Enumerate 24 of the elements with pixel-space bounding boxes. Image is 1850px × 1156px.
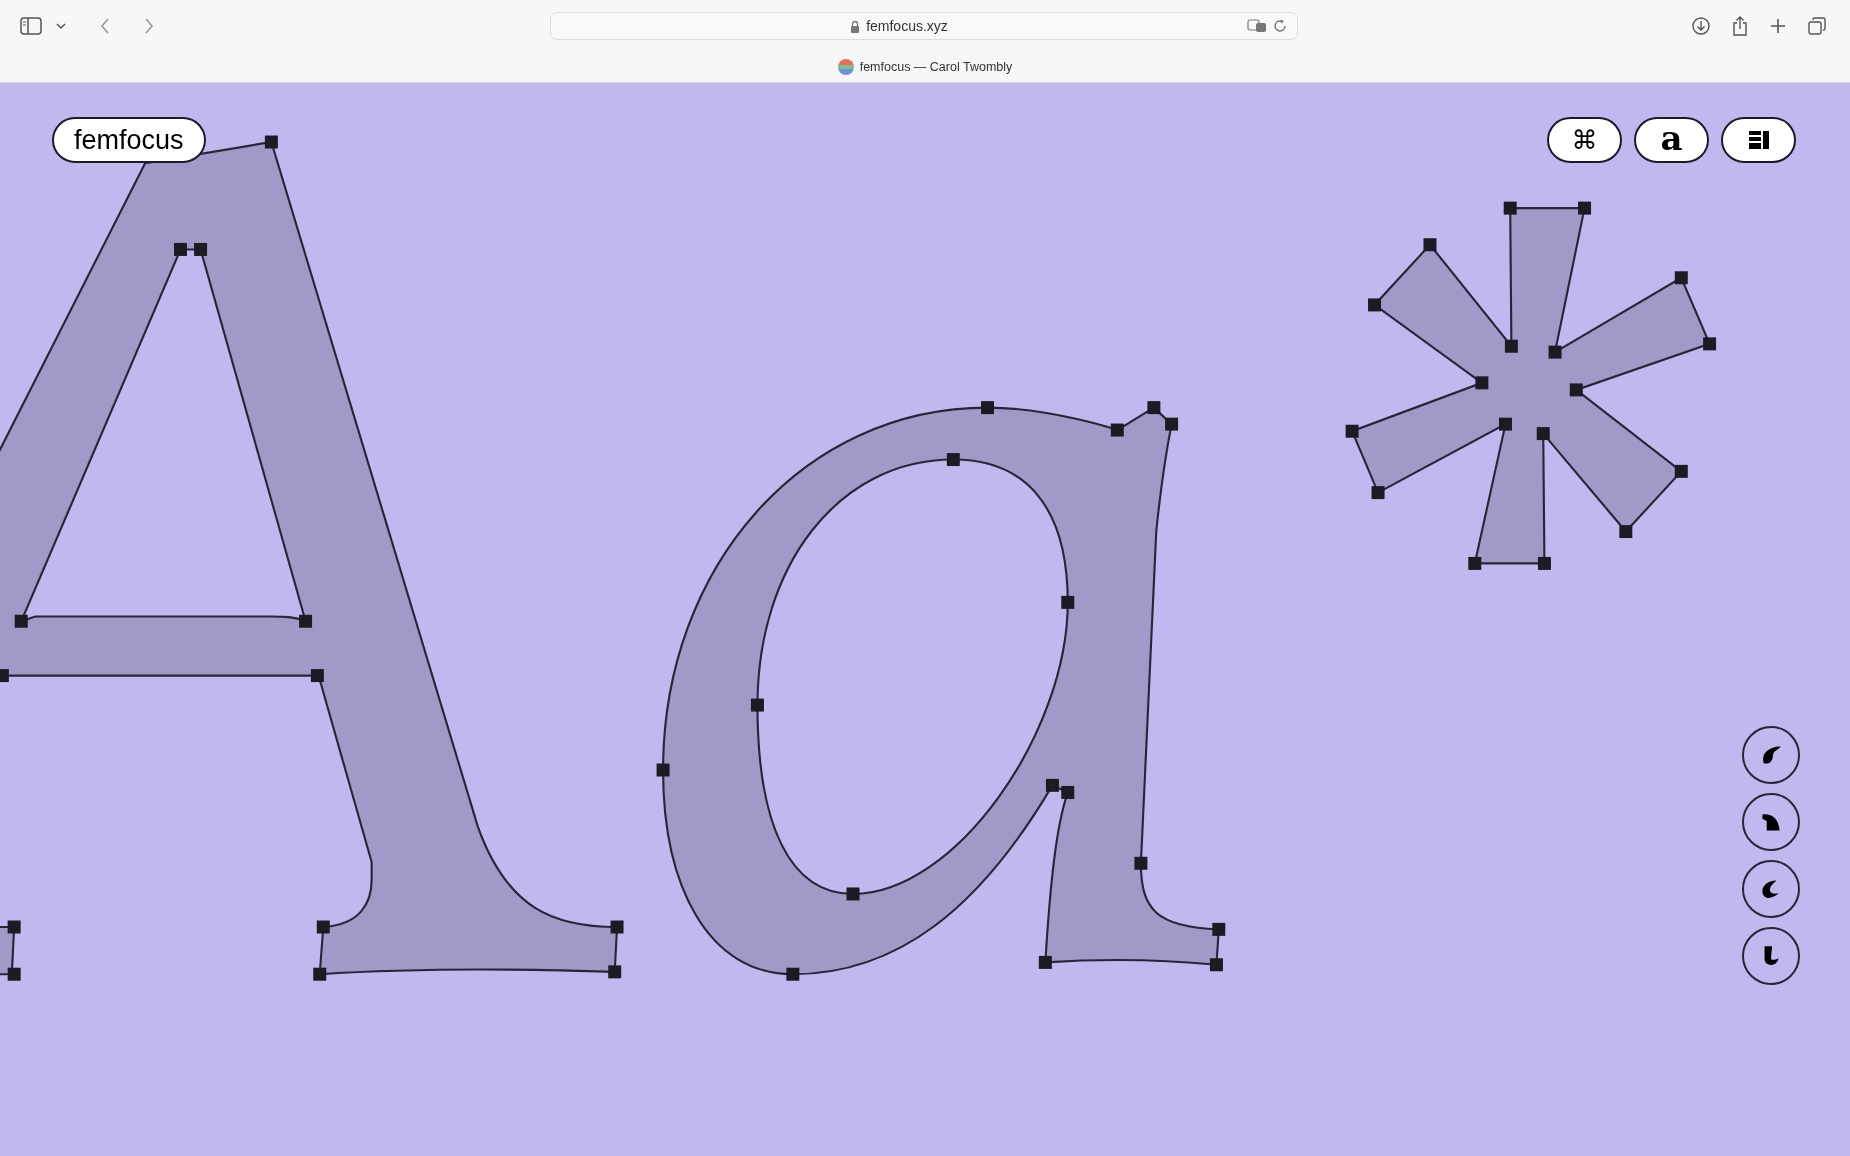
favicon-icon: [837, 59, 854, 75]
layout-button[interactable]: [1721, 117, 1796, 163]
shape-button[interactable]: [1742, 793, 1800, 851]
shape-button[interactable]: [1742, 927, 1800, 985]
translate-icon[interactable]: [1247, 19, 1267, 33]
forward-icon[interactable]: [144, 18, 154, 34]
lock-icon: [850, 19, 861, 33]
glyph-button[interactable]: a: [1634, 117, 1709, 163]
address-text: femfocus.xyz: [866, 18, 948, 34]
download-icon[interactable]: [1692, 17, 1710, 35]
shape-button[interactable]: [1742, 726, 1800, 784]
tabs-overview-icon[interactable]: [1808, 17, 1826, 35]
share-icon[interactable]: [1732, 16, 1748, 36]
address-bar[interactable]: femfocus.xyz: [550, 12, 1298, 40]
shape-button[interactable]: [1742, 860, 1800, 918]
site-logo[interactable]: femfocus: [52, 117, 206, 163]
sidebar-icon[interactable]: [20, 17, 42, 35]
back-icon[interactable]: [100, 18, 110, 34]
chevron-down-icon[interactable]: [56, 22, 66, 30]
reload-icon[interactable]: [1273, 19, 1287, 33]
command-button[interactable]: ⌘: [1547, 117, 1622, 163]
browser-tab[interactable]: femfocus — Carol Twombly: [837, 59, 1013, 75]
plus-icon[interactable]: [1770, 18, 1786, 34]
layout-icon: [1748, 131, 1769, 149]
